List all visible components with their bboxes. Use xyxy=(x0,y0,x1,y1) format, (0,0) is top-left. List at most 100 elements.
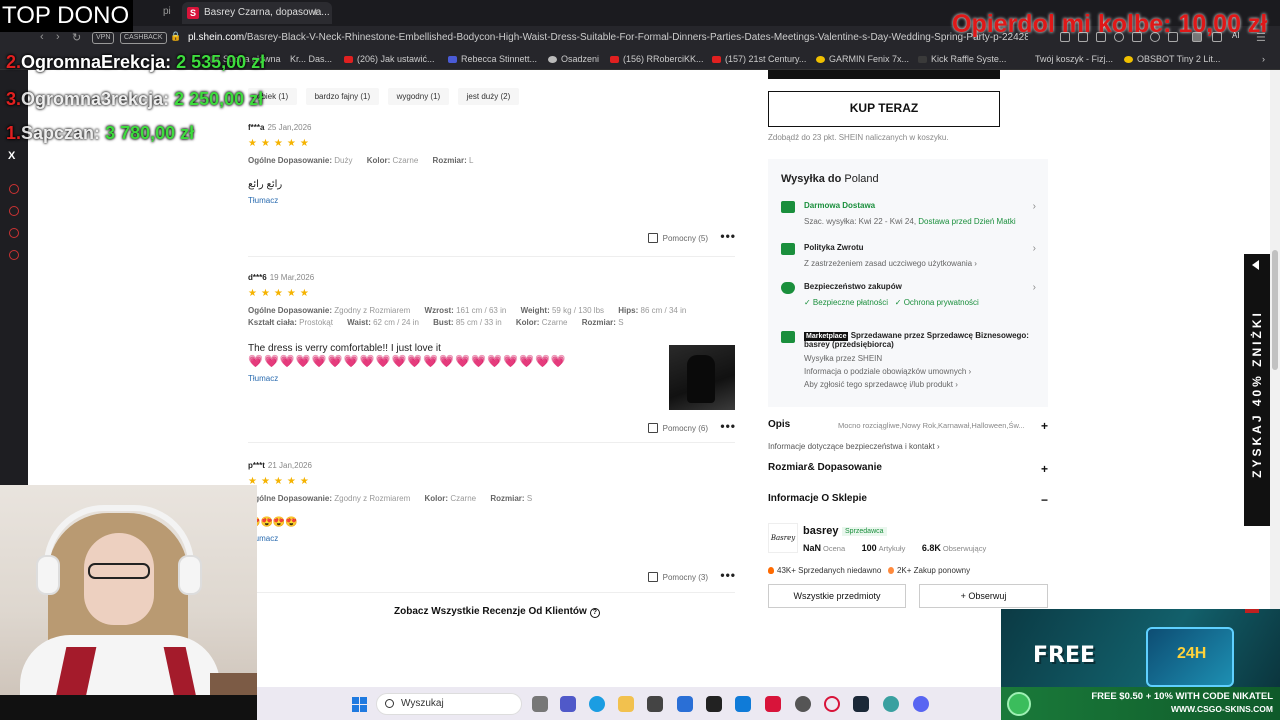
bookmark-item[interactable]: Rebecca Stinnett... xyxy=(448,54,537,64)
filter-chip[interactable]: jest duży (2) xyxy=(457,88,520,105)
discount-promo-tab[interactable]: ZYSKAJ 40% ZNIŻKI xyxy=(1244,254,1270,526)
fire-icon xyxy=(768,567,774,574)
tab-shein[interactable]: S Basrey Czarna, dopasowa... xyxy=(182,2,332,24)
edge-icon[interactable] xyxy=(589,696,605,712)
x-icon[interactable]: X xyxy=(8,150,15,162)
dono-rank-1: 1.Sapczan: 3 780,00 zł xyxy=(6,123,195,143)
translate-link[interactable]: Tłumacz xyxy=(248,374,738,383)
page-scrollbar[interactable] xyxy=(1270,70,1280,687)
review-photo[interactable] xyxy=(669,345,735,410)
shipping-panel: Wysyłka do Poland Darmowa Dostawa Szac. … xyxy=(768,159,1048,407)
windows-start-icon[interactable] xyxy=(352,697,368,713)
bookmark-item[interactable]: (157) 21st Century... xyxy=(712,54,806,64)
return-policy-sub: Z zastrzeżeniem zasad uczciwego użytkowa… xyxy=(804,259,977,268)
store-name[interactable]: basrey xyxy=(803,525,838,537)
bookmark-item[interactable]: Kr... Das... xyxy=(290,54,332,64)
discord-icon[interactable] xyxy=(913,696,929,712)
review-divider xyxy=(248,256,735,257)
mail-icon[interactable] xyxy=(677,696,693,712)
glasses xyxy=(88,563,150,579)
tab-fragment[interactable]: pi xyxy=(163,6,171,17)
filter-chip[interactable]: wygodny (1) xyxy=(387,88,450,105)
globe-app-icon[interactable] xyxy=(883,696,899,712)
ad-url: WWW.CSGO-SKINS.COM xyxy=(1171,704,1273,714)
bookmarks-overflow-icon[interactable]: › xyxy=(1262,54,1265,64)
more-options-icon[interactable]: ••• xyxy=(720,419,736,433)
obs-icon[interactable] xyxy=(795,696,811,712)
delivery-estimate: Szac. wysyłka: Kwi 22 - Kwi 24, Dostawa … xyxy=(804,217,1016,226)
coin-icon xyxy=(1007,692,1031,716)
thumbs-up-icon xyxy=(647,572,658,582)
chevron-right-icon: › xyxy=(1032,201,1036,212)
review-stars: ★★★★★ xyxy=(248,288,313,299)
tab-title: Basrey Czarna, dopasowa... xyxy=(204,7,330,18)
return-policy-row[interactable]: Polityka Zwrotu Z zastrzeżeniem zasad uc… xyxy=(781,243,1036,270)
app-icon-board[interactable] xyxy=(735,696,751,712)
teams-icon[interactable] xyxy=(560,696,576,712)
steam-icon[interactable] xyxy=(853,696,869,712)
new-tab-icon[interactable]: + xyxy=(312,4,320,19)
sidebar-icon-3[interactable] xyxy=(9,228,19,238)
safety-info-link[interactable]: Informacje dotyczące bezpieczeństwa i ko… xyxy=(768,442,940,451)
store-app-icon[interactable] xyxy=(647,696,663,712)
lock-icon[interactable]: 🔒 xyxy=(170,31,181,42)
store-logo[interactable]: Basrey xyxy=(768,523,798,553)
app-icon-g[interactable] xyxy=(706,696,722,712)
forward-icon[interactable]: › xyxy=(56,31,60,43)
reload-icon[interactable]: ↻ xyxy=(72,31,81,44)
opera-icon[interactable] xyxy=(824,696,840,712)
sidebar-icon-2[interactable] xyxy=(9,206,19,216)
vpn-badge[interactable]: VPN xyxy=(92,32,115,44)
more-options-icon[interactable]: ••• xyxy=(720,568,736,582)
helpful-button[interactable]: Pomocny (6) xyxy=(647,423,708,433)
review-fit-info: Ogólne Dopasowanie: Zgodny z Rozmiarem W… xyxy=(248,306,687,327)
file-explorer-icon[interactable] xyxy=(618,696,634,712)
bookmark-item[interactable]: Kick Raffle Syste... xyxy=(918,54,1006,64)
bookmark-item[interactable]: (206) Jak ustawić... xyxy=(344,54,435,64)
see-all-reviews-link[interactable]: Zobacz Wszystkie Recenzje Od Klientów? xyxy=(394,606,600,618)
filter-chip[interactable]: bardzo fajny (1) xyxy=(305,88,380,105)
review-text: رائع رائع xyxy=(248,179,283,190)
opera-gx-icon[interactable] xyxy=(765,696,781,712)
review-divider xyxy=(248,592,735,593)
shield-check-icon xyxy=(781,282,795,294)
back-icon[interactable]: ‹ xyxy=(40,31,44,43)
shopping-security-row[interactable]: Bezpieczeństwo zakupów ✓ Bezpieczne płat… xyxy=(781,282,1036,309)
follow-button[interactable]: + Obserwuj xyxy=(919,584,1048,608)
translate-link[interactable]: Tłumacz xyxy=(248,534,738,543)
translate-link[interactable]: Tłumacz xyxy=(248,196,738,205)
sidebar-icon-1[interactable] xyxy=(9,184,19,194)
scrollbar-thumb[interactable] xyxy=(1272,250,1278,370)
url-input[interactable]: pl.shein.com/Basrey-Black-V-Neck-Rhinest… xyxy=(188,32,1028,43)
all-items-button[interactable]: Wszystkie przedmioty xyxy=(768,584,906,608)
more-options-icon[interactable]: ••• xyxy=(720,229,736,243)
bookmark-item[interactable]: OBSBOT Tiny 2 Lit... xyxy=(1124,54,1220,64)
helpful-button[interactable]: Pomocny (5) xyxy=(647,233,708,243)
store-info-accordion[interactable]: Informacje O Sklepie − xyxy=(768,493,1048,507)
size-fit-accordion[interactable]: Rozmiar& Dopasowanie + xyxy=(768,462,1048,476)
review-fit-info: Ogólne Dopasowanie: Zgodny z Rozmiarem K… xyxy=(248,494,533,503)
thumbs-up-icon xyxy=(647,233,658,243)
helpful-button[interactable]: Pomocny (3) xyxy=(647,572,708,582)
description-accordion[interactable]: Opis Mocno rozciągliwe,Nowy Rok,Karnawał… xyxy=(768,419,1048,433)
task-view-icon[interactable] xyxy=(532,696,548,712)
obligations-link[interactable]: Informacja o podziale obowiązków umownyc… xyxy=(804,367,971,376)
free-delivery-label: Darmowa Dostawa xyxy=(804,201,876,210)
review-user: p***t 21 Jan,2026 xyxy=(248,461,312,470)
report-link[interactable]: Aby zgłosić tego sprzedawcę i/lub produk… xyxy=(804,380,958,389)
bookmark-item[interactable]: Osadzeni xyxy=(548,54,599,64)
security-features: ✓ Bezpieczne płatności ✓ Ochrona prywatn… xyxy=(804,298,979,307)
review-filter-chips: obiek (1) bardzo fajny (1) wygodny (1) j… xyxy=(248,86,523,105)
settings-icon[interactable] xyxy=(9,250,19,260)
bookmark-item[interactable]: (156) RRoberciKK... xyxy=(610,54,704,64)
review-stars: ★★★★★ xyxy=(248,138,313,149)
expand-plus-icon: + xyxy=(1040,462,1048,476)
cashback-badge[interactable]: CASHBACK xyxy=(120,32,167,44)
bookmark-item[interactable]: Twój koszyk - Fizj... xyxy=(1035,54,1113,64)
buy-now-button[interactable]: KUP TERAZ xyxy=(768,91,1000,127)
taskbar-search[interactable]: Wyszukaj xyxy=(376,693,522,715)
collapse-arrow-icon[interactable] xyxy=(1252,260,1259,270)
expand-plus-icon: + xyxy=(1040,419,1048,433)
bookmark-item[interactable]: GARMIN Fenix 7x... xyxy=(816,54,909,64)
free-delivery-row[interactable]: Darmowa Dostawa Szac. wysyłka: Kwi 22 - … xyxy=(781,201,1036,228)
